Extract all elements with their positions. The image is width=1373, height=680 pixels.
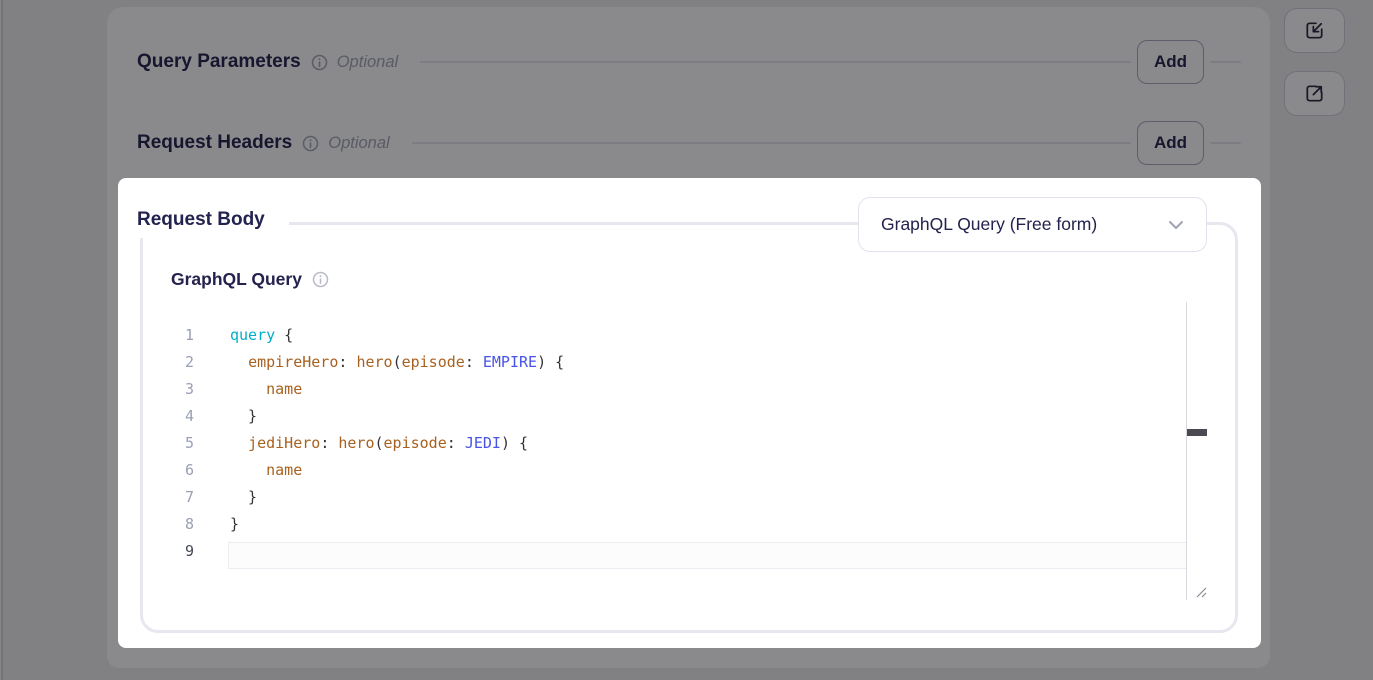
info-icon[interactable]	[312, 271, 329, 288]
body-type-selected-value: GraphQL Query (Free form)	[881, 214, 1168, 235]
line-number-gutter: 123456789	[158, 326, 194, 569]
section-divider	[420, 61, 1131, 63]
graphql-query-label: GraphQL Query	[171, 269, 329, 290]
editor-scrollbar-thumb[interactable]	[1187, 429, 1207, 436]
section-title: Query Parameters	[137, 51, 301, 73]
graphql-code-editor[interactable]: 123456789 query { empireHero: hero(episo…	[158, 302, 1209, 600]
code-content: query { empireHero: hero(episode: EMPIRE…	[230, 326, 1185, 569]
open-external-button[interactable]	[1284, 71, 1345, 116]
section-divider-tail	[1210, 61, 1241, 63]
info-icon[interactable]	[311, 54, 328, 71]
box-arrow-up-right-icon	[1303, 82, 1326, 105]
optional-label: Optional	[337, 53, 398, 72]
info-icon[interactable]	[302, 135, 319, 152]
section-row-query-parameters: Query Parameters Optional Add	[137, 40, 1241, 84]
add-button[interactable]: Add	[1137, 40, 1204, 84]
section-divider	[412, 142, 1131, 144]
resize-grip-icon[interactable]	[1192, 583, 1208, 599]
body-type-select[interactable]: GraphQL Query (Free form)	[858, 197, 1207, 252]
request-body-title: Request Body	[126, 202, 289, 238]
edit-request-button[interactable]	[1284, 8, 1345, 53]
section-divider-tail	[1210, 142, 1241, 144]
chevron-down-icon	[1168, 220, 1184, 230]
page-left-edge	[0, 0, 3, 680]
optional-label: Optional	[328, 134, 389, 153]
section-row-request-headers: Request Headers Optional Add	[137, 121, 1241, 165]
box-arrow-in-down-left-icon	[1303, 19, 1326, 42]
add-button[interactable]: Add	[1137, 121, 1204, 165]
editor-scrollbar-track	[1186, 302, 1187, 600]
graphql-query-label-text: GraphQL Query	[171, 269, 302, 290]
section-title: Request Headers	[137, 132, 292, 154]
